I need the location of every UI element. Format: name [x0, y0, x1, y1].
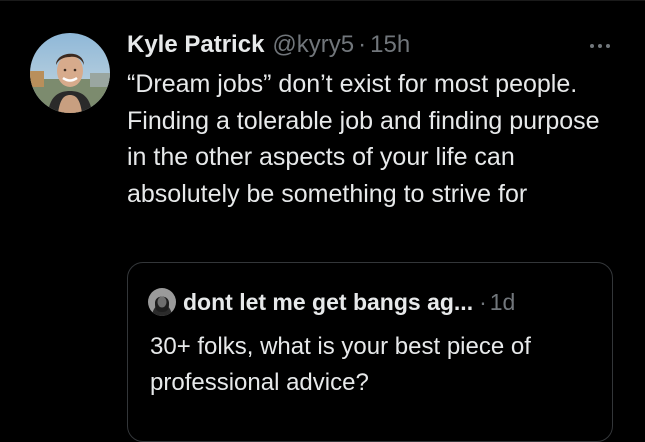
- quoted-timestamp[interactable]: 1d: [490, 289, 516, 316]
- author-handle[interactable]: @kyry5: [272, 31, 354, 59]
- quoted-tweet-header: dont let me get bangs ag... · 1d: [148, 285, 515, 319]
- tweet-header: Kyle Patrick @kyry5 · 15h: [127, 27, 410, 63]
- quoted-author-display-name[interactable]: dont let me get bangs ag...: [183, 289, 473, 316]
- quoted-tweet-text: 30+ folks, what is your best piece of pr…: [150, 333, 531, 396]
- profile-photo-icon: [30, 33, 110, 113]
- tweet-text: “Dream jobs” don’t exist for most people…: [127, 70, 600, 208]
- separator-dot: ·: [358, 31, 367, 58]
- tweet-card[interactable]: Kyle Patrick @kyry5 · 15h “Dream jobs” d…: [0, 0, 645, 442]
- divider: [0, 0, 645, 1]
- author-display-name[interactable]: Kyle Patrick: [127, 31, 264, 59]
- quoted-author-avatar[interactable]: [148, 288, 176, 316]
- separator-dot: ·: [479, 288, 487, 315]
- profile-photo-icon: [148, 288, 176, 316]
- quoted-tweet[interactable]: dont let me get bangs ag... · 1d 30+ fol…: [127, 262, 613, 442]
- timestamp[interactable]: 15h: [370, 31, 410, 59]
- author-avatar[interactable]: [30, 33, 110, 113]
- more-horizontal-icon[interactable]: [588, 38, 612, 48]
